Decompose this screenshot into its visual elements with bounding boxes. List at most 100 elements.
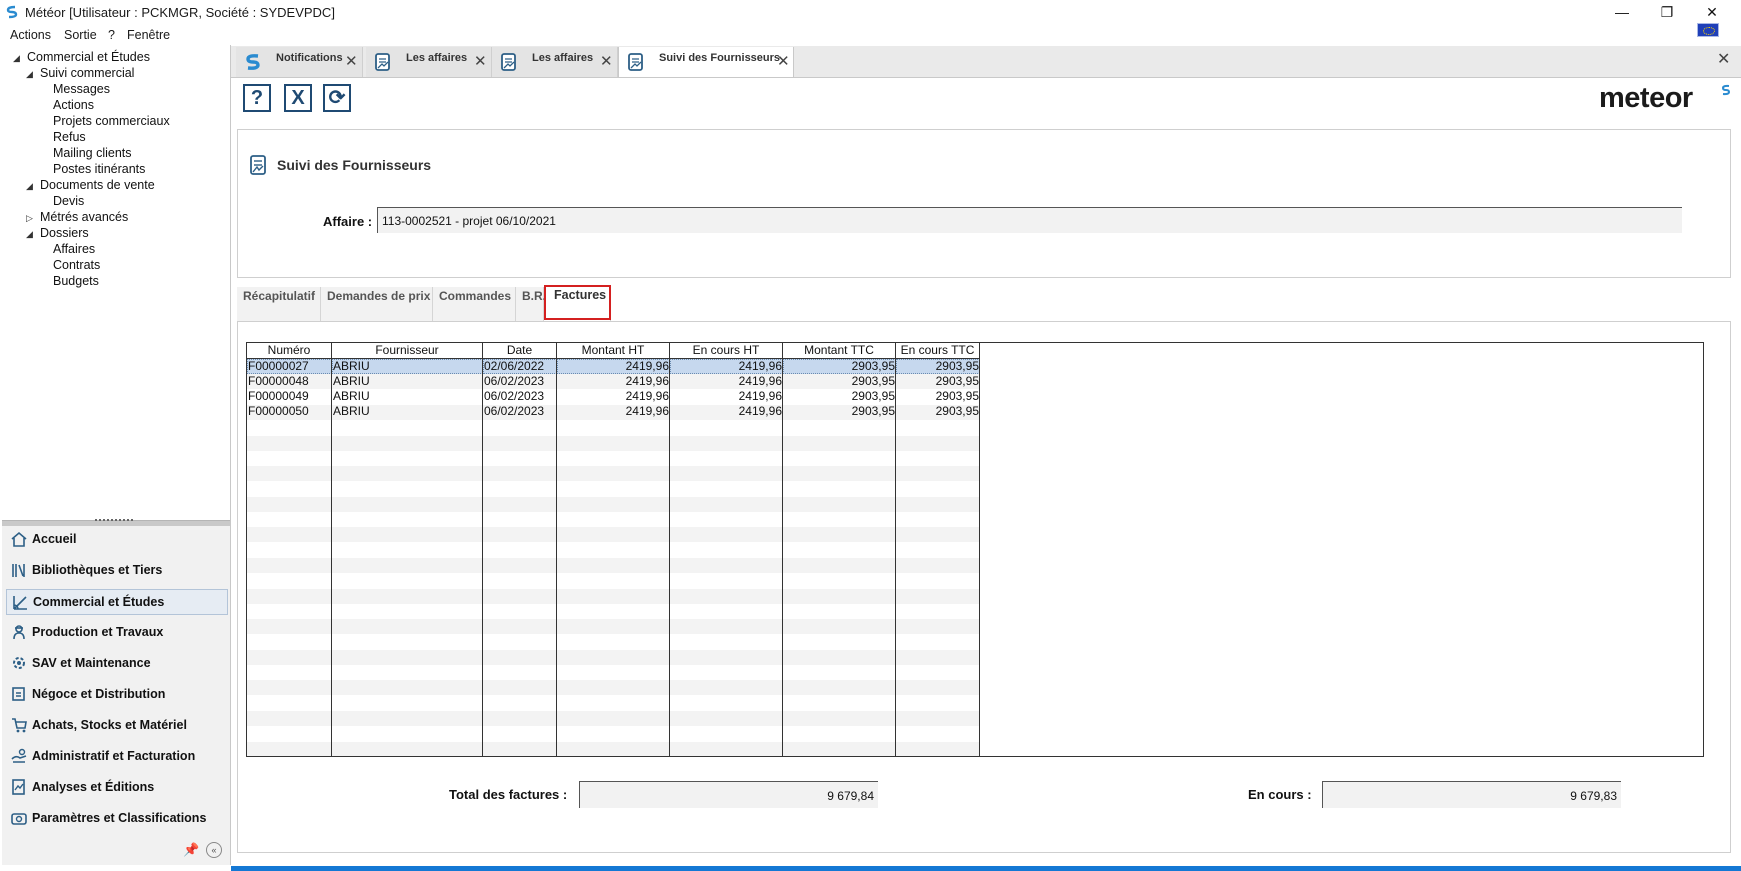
table-row[interactable]: F00000050 ABRIU 06/02/2023 2419,96 2419,96 29… xyxy=(247,404,980,419)
table-row[interactable]: F00000049 ABRIU 06/02/2023 2419,96 2419,96 29… xyxy=(247,389,980,404)
expand-arrow-icon[interactable]: ▷ xyxy=(26,213,33,224)
column-header[interactable]: En cours HT xyxy=(670,343,783,358)
column-header[interactable]: Montant HT xyxy=(557,343,670,358)
home-icon xyxy=(11,531,27,547)
affaire-value: 113-0002521 - projet 06/10/2021 xyxy=(382,214,556,228)
column-divider xyxy=(782,343,783,756)
tree-item[interactable]: Postes itinérants xyxy=(53,162,145,176)
help-button[interactable]: ? xyxy=(243,84,271,112)
splitter-grip[interactable] xyxy=(95,519,133,525)
minimize-button[interactable]: — xyxy=(1602,2,1642,22)
collapse-arrow-icon[interactable]: ◢ xyxy=(26,69,33,80)
column-divider xyxy=(669,343,670,756)
active-subtab-highlight xyxy=(544,285,611,320)
nav-button-label: Paramètres et Classifications xyxy=(32,811,207,825)
tree-item[interactable]: Projets commerciaux xyxy=(53,114,170,128)
nav-button-label: Administratif et Facturation xyxy=(32,749,196,763)
collapse-panel-icon[interactable]: « xyxy=(206,842,222,858)
tree-item[interactable]: Documents de vente xyxy=(40,178,155,192)
tab-label: Les affaires xyxy=(532,52,594,64)
document-tab[interactable]: Les affaires ✕ xyxy=(366,47,492,77)
menu-2[interactable]: ? xyxy=(108,28,115,42)
tab-label: Les affaires xyxy=(406,52,468,64)
tree-item[interactable]: Messages xyxy=(53,82,110,96)
tree-item[interactable]: Affaires xyxy=(53,242,95,256)
tree-item[interactable]: Devis xyxy=(53,194,84,208)
cancel-button[interactable]: X xyxy=(284,84,312,112)
nav-button-label: Production et Travaux xyxy=(32,625,164,639)
column-header[interactable]: En cours TTC xyxy=(896,343,980,358)
nav-button[interactable]: Paramètres et Classifications xyxy=(6,806,228,832)
affaire-field[interactable]: 113-0002521 - projet 06/10/2021 xyxy=(377,207,1682,233)
nav-button[interactable]: Achats, Stocks et Matériel xyxy=(6,713,228,739)
tree-item[interactable]: Suivi commercial xyxy=(40,66,134,80)
restore-button[interactable]: ❐ xyxy=(1647,2,1687,22)
document-tab[interactable]: Les affaires ✕ xyxy=(492,47,618,77)
table-cell: 06/02/2023 xyxy=(484,374,545,388)
invoices-table[interactable]: F00000027 ABRIU 02/06/2022 2419,96 2419,96 29… xyxy=(246,342,1704,757)
table-cell: ABRIU xyxy=(333,389,370,403)
tree-item[interactable]: Actions xyxy=(53,98,94,112)
tree-item[interactable]: Contrats xyxy=(53,258,100,272)
subtab-commandes[interactable]: Commandes xyxy=(433,287,516,321)
table-cell: F00000050 xyxy=(248,404,309,418)
table-header: Numéro Fournisseur Date Montant HT En cours … xyxy=(247,343,980,359)
tab-close-icon[interactable]: ✕ xyxy=(345,52,358,70)
table-cell: 2419,96 xyxy=(738,404,782,418)
pin-icon[interactable]: 📌 xyxy=(183,842,199,858)
table-row[interactable]: F00000027 ABRIU 02/06/2022 2419,96 2419,96 29… xyxy=(247,359,980,374)
subtab-b-r[interactable]: B.R. xyxy=(516,287,546,321)
tree-item[interactable]: Commercial et Études xyxy=(27,50,150,64)
table-row[interactable]: F00000048 ABRIU 06/02/2023 2419,96 2419,96 29… xyxy=(247,374,980,389)
nav-button[interactable]: Négoce et Distribution xyxy=(6,682,228,708)
menu-0[interactable]: Actions xyxy=(10,28,51,42)
nav-button[interactable]: Analyses et Éditions xyxy=(6,775,228,801)
menu-3[interactable]: Fenêtre xyxy=(127,28,170,42)
table-cell: 2903,95 xyxy=(851,404,895,418)
nav-button[interactable]: Accueil xyxy=(6,527,228,553)
tab-close-icon[interactable]: ✕ xyxy=(777,52,790,70)
refresh-button[interactable]: ⟳ xyxy=(323,84,351,112)
document-tab[interactable]: Suivi des Fournisseurs ✕ xyxy=(618,47,794,77)
collapse-arrow-icon[interactable]: ◢ xyxy=(26,181,33,192)
close-all-tabs-icon[interactable]: ✕ xyxy=(1717,49,1730,69)
nav-button[interactable]: Bibliothèques et Tiers xyxy=(6,558,228,584)
collapse-arrow-icon[interactable]: ◢ xyxy=(13,53,20,64)
worker-icon xyxy=(13,625,25,640)
subtab-r-capitulatif[interactable]: Récapitulatif xyxy=(237,287,321,321)
column-header[interactable]: Fournisseur xyxy=(332,343,483,358)
subtab-demandes-de-prix[interactable]: Demandes de prix xyxy=(321,287,433,321)
tab-close-icon[interactable]: ✕ xyxy=(600,52,613,70)
nav-button[interactable]: Commercial et Études xyxy=(6,589,228,615)
row-stripe xyxy=(247,466,980,482)
nav-button[interactable]: Production et Travaux xyxy=(6,620,228,646)
en-cours-value: 9 679,83 xyxy=(1570,789,1617,803)
table-cell: 2419,96 xyxy=(670,359,783,374)
column-divider xyxy=(331,343,332,756)
nav-button-label: Commercial et Études xyxy=(33,595,165,609)
column-header[interactable]: Numéro xyxy=(247,343,332,358)
column-header[interactable]: Date xyxy=(483,343,557,358)
tree-item[interactable]: Refus xyxy=(53,130,86,144)
document-tab[interactable]: Notifications ✕ xyxy=(236,47,363,77)
meteor-logo-mark-icon xyxy=(1721,84,1731,96)
nav-button-label: SAV et Maintenance xyxy=(32,656,151,670)
notifications-icon xyxy=(246,54,260,70)
column-divider xyxy=(556,343,557,756)
tab-close-icon[interactable]: ✕ xyxy=(474,52,487,70)
total-invoices-label: Total des factures : xyxy=(449,787,568,802)
tree-item[interactable]: Dossiers xyxy=(40,226,89,240)
tree-item[interactable]: Métrés avancés xyxy=(40,210,128,224)
close-button[interactable]: ✕ xyxy=(1692,2,1732,22)
menu-1[interactable]: Sortie xyxy=(64,28,97,42)
tree-item[interactable]: Mailing clients xyxy=(53,146,132,160)
column-header[interactable]: Montant TTC xyxy=(783,343,896,358)
nav-button[interactable]: SAV et Maintenance xyxy=(6,651,228,677)
form-header-panel xyxy=(237,129,1731,278)
collapse-arrow-icon[interactable]: ◢ xyxy=(26,229,33,240)
tree-item[interactable]: Budgets xyxy=(53,274,99,288)
row-stripe xyxy=(247,588,980,604)
nav-button[interactable]: Administratif et Facturation xyxy=(6,744,228,770)
table-cell: F00000049 xyxy=(248,389,309,403)
subtab-label: Demandes de prix xyxy=(327,289,431,303)
